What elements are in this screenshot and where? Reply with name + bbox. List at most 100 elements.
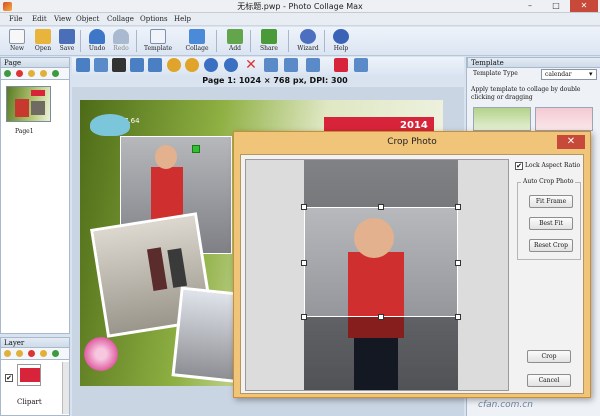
collage-button[interactable]: Collage [180,28,214,55]
crop-handle[interactable] [301,260,307,266]
page-panel-tools [0,68,70,79]
crop-rectangle[interactable] [304,207,458,317]
edit-photo-icon[interactable] [148,58,162,72]
dialog-title: Crop Photo [387,137,437,147]
fit-frame-button[interactable]: Fit Frame [529,195,573,208]
redo-arrow-icon[interactable] [204,58,218,72]
menu-bar: File Edit View Object Collage Options He… [0,13,600,26]
maximize-button[interactable]: □ [544,0,568,12]
save-button[interactable]: Save [52,28,82,55]
rotate-left-icon[interactable] [167,58,181,72]
template-hint: Apply template to collage by double clic… [471,86,581,101]
crop-handle[interactable] [455,314,461,320]
rotate-handle[interactable] [192,145,200,153]
crop-handle[interactable] [378,204,384,210]
crop-handle[interactable] [455,204,461,210]
template-panel-header: Template [467,57,600,68]
refresh-icon[interactable] [52,70,59,77]
flower-clipart[interactable] [80,336,122,372]
undo-arrow-icon[interactable] [224,58,238,72]
menu-help[interactable]: Help [174,15,191,23]
layer-panel-tools [0,348,70,359]
boy-face [155,145,177,169]
dolphin-clipart[interactable] [90,114,130,136]
dialog-body: ✔ Lock Aspect Ratio Auto Crop Photo Fit … [240,154,584,394]
menu-file[interactable]: File [9,15,22,23]
template-thumbnail[interactable] [473,107,531,131]
remove-icon[interactable] [334,58,348,72]
best-fit-button[interactable]: Best Fit [529,217,573,230]
layer-visible-checkbox[interactable]: ✔ [5,374,13,382]
share-button[interactable]: Share [254,28,284,55]
template-type-label: Template Type [473,70,518,77]
person-figure [146,247,168,291]
template-button[interactable]: Template [141,28,175,55]
menu-object[interactable]: Object [76,15,99,23]
cancel-button[interactable]: Cancel [527,374,571,387]
chevron-down-icon: ▾ [589,70,593,78]
watermark: cfan.com.cn [478,400,533,410]
crop-handle[interactable] [378,314,384,320]
add-button[interactable]: Add [220,28,250,55]
layer-order-icon[interactable] [306,58,320,72]
layer-thumbnail[interactable] [17,364,41,386]
move-up-icon[interactable] [28,70,35,77]
layer-scrollbar[interactable] [62,362,69,414]
wizard-button[interactable]: Wizard [293,28,323,55]
lock-aspect-checkbox[interactable]: ✔ [515,162,523,170]
fit-icon[interactable] [354,58,368,72]
page-thumbnail[interactable] [6,86,51,122]
auto-crop-title: Auto Crop Photo [521,178,576,185]
thumb-year-badge [31,90,45,96]
help-button[interactable]: Help [326,28,356,55]
template-type-value: calendar [545,71,572,78]
minimize-button[interactable]: – [518,0,542,12]
close-button[interactable]: ✕ [570,0,598,12]
page-info-label: Page 1: 1024 × 768 px, DPI: 300 [202,76,348,85]
thumb-photo [31,101,45,115]
page-panel-header: Page [0,57,70,68]
crop-mask-bottom [304,317,458,390]
layer-list: ✔ Clipart [0,359,70,416]
delete-x-icon[interactable]: ✕ [244,58,258,72]
picture-tool-icon[interactable] [130,58,144,72]
crop-preview[interactable] [245,159,509,391]
crop-tool-icon[interactable] [76,58,90,72]
crop-photo-dialog: Crop Photo ✕ ✔ Lock Aspect Ratio Auto Cr… [233,131,591,398]
menu-collage[interactable]: Collage [107,15,134,23]
share-icon [261,29,277,44]
image-tool-icon[interactable] [94,58,108,72]
rotate-right-icon[interactable] [185,58,199,72]
layer-up-icon[interactable] [4,350,11,357]
crop-handle[interactable] [301,314,307,320]
menu-options[interactable]: Options [140,15,168,23]
menu-edit[interactable]: Edit [32,15,47,23]
add-icon [227,29,243,44]
undo-icon [89,29,105,44]
help-icon [333,29,349,44]
crop-handle[interactable] [301,204,307,210]
menu-view[interactable]: View [54,15,71,23]
template-thumbnail[interactable] [535,107,593,131]
move-down-icon[interactable] [40,70,47,77]
toolbar-separator [216,30,217,52]
delete-layer-icon[interactable] [28,350,35,357]
layer-top-icon[interactable] [40,350,47,357]
template-type-select[interactable]: calendar ▾ [541,69,597,80]
distribute-icon[interactable] [284,58,298,72]
crop-handle[interactable] [455,260,461,266]
wizard-icon [300,29,316,44]
delete-page-icon[interactable] [16,70,23,77]
redo-button[interactable]: Redo [106,28,136,55]
layer-down-icon[interactable] [16,350,23,357]
dialog-close-button[interactable]: ✕ [557,135,585,149]
add-page-icon[interactable] [4,70,11,77]
crop-mask-top [304,160,458,207]
frame-tool-icon[interactable] [112,58,126,72]
toolbar-separator [136,30,137,52]
layer-refresh-icon[interactable] [52,350,59,357]
align-icon[interactable] [264,58,278,72]
crop-button[interactable]: Crop [527,350,571,363]
reset-crop-button[interactable]: Reset Crop [529,239,573,252]
layer-panel-header: Layer [0,337,70,348]
